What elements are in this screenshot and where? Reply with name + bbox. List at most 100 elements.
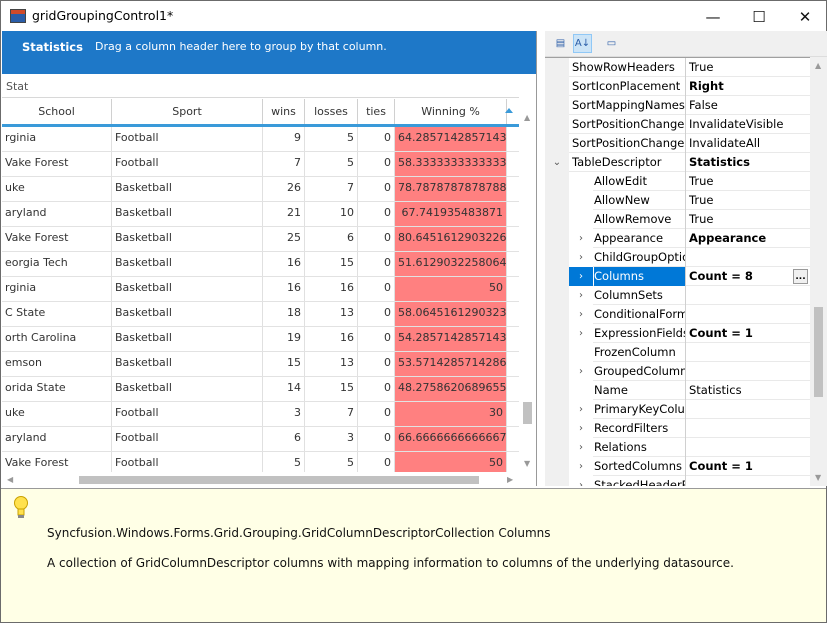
cell-losses[interactable]: 10 [305,202,358,226]
expand-chevron-icon[interactable]: › [569,438,593,457]
cell-ties[interactable]: 0 [358,427,395,451]
table-row[interactable]: orida State Basketball 14 15 0 48.27586206896… [2,377,519,402]
cell-wins[interactable]: 21 [263,202,305,226]
property-name[interactable]: StackedHeaderRc [594,476,686,486]
property-name[interactable]: Appearance [594,229,686,248]
property-name[interactable]: FrozenColumn [594,343,686,362]
grid-horizontal-scrollbar[interactable]: ◀ ▶ [2,472,519,486]
cell-losses[interactable]: 5 [305,452,358,472]
cell-losses[interactable]: 7 [305,177,358,201]
property-name[interactable]: SortPositionChanged [572,115,686,134]
property-value[interactable]: Right [686,77,810,96]
expand-chevron-icon[interactable]: › [569,419,593,438]
cell-losses[interactable]: 15 [305,377,358,401]
cell-ties[interactable]: 0 [358,402,395,426]
cell-pct[interactable]: 66.6666666666667 [395,427,507,451]
cell-school[interactable]: Vake Forest [2,152,112,176]
table-row[interactable]: aryland Basketball 21 10 0 67.741935483871 [2,202,519,227]
property-name[interactable]: TableDescriptor [572,153,686,172]
column-header-winning[interactable]: Winning % [395,99,507,124]
cell-pct[interactable]: 50 [395,452,507,472]
table-row[interactable]: Vake Forest Football 5 5 0 50 [2,452,519,472]
pg-scroll-up-icon[interactable]: ▲ [815,61,821,70]
table-row[interactable]: rginia Basketball 16 16 0 50 [2,277,519,302]
expand-chevron-icon[interactable]: › [569,286,593,305]
cell-losses[interactable]: 5 [305,127,358,151]
table-row[interactable]: uke Football 3 7 0 30 [2,402,519,427]
cell-school[interactable]: emson [2,352,112,376]
property-value[interactable]: Count = 8... [686,267,810,286]
expand-chevron-icon[interactable]: › [569,324,593,343]
cell-ties[interactable]: 0 [358,277,395,301]
cell-pct[interactable]: 48.2758620689655 [395,377,507,401]
property-name[interactable]: SortPositionChanged [572,134,686,153]
cell-losses[interactable]: 13 [305,352,358,376]
property-value[interactable]: False [686,96,810,115]
property-value[interactable]: True [686,210,810,229]
cell-sport[interactable]: Basketball [112,377,263,401]
table-row[interactable]: emson Basketball 15 13 0 53.5714285714286 [2,352,519,377]
property-value[interactable]: True [686,58,810,77]
table-row[interactable]: rginia Football 9 5 0 64.2857142857143 [2,127,519,152]
maximize-button[interactable]: ☐ [736,1,782,32]
property-name[interactable]: AllowRemove [594,210,686,229]
scroll-up-icon[interactable]: ▲ [524,113,530,122]
property-grid-scrollbar[interactable]: ▲ ▼ [810,57,827,486]
cell-sport[interactable]: Basketball [112,302,263,326]
property-row[interactable]: AllowNew True [545,191,810,210]
property-value[interactable] [686,286,810,305]
table-row[interactable]: Vake Forest Basketball 25 6 0 80.645161290322… [2,227,519,252]
property-name[interactable]: ExpressionFields [594,324,686,343]
property-row[interactable]: SortIconPlacement Right [545,77,810,96]
cell-sport[interactable]: Basketball [112,327,263,351]
cell-pct[interactable]: 54.2857142857143 [395,327,507,351]
property-row[interactable]: SortPositionChanged InvalidateAll [545,134,810,153]
cell-losses[interactable]: 16 [305,327,358,351]
cell-ties[interactable]: 0 [358,127,395,151]
property-row[interactable]: SortMappingNames False [545,96,810,115]
expand-chevron-icon[interactable]: › [569,362,593,381]
grid-vertical-scroll-thumb[interactable] [523,402,532,424]
cell-school[interactable]: aryland [2,427,112,451]
categorized-icon[interactable]: ▤ [551,34,570,53]
property-value[interactable] [686,476,810,486]
property-row[interactable]: › GroupedColumn [545,362,810,381]
property-value[interactable]: Appearance [686,229,810,248]
property-name[interactable]: SortedColumns [594,457,686,476]
property-name[interactable]: AllowNew [594,191,686,210]
expand-chevron-icon[interactable]: › [569,400,593,419]
property-value[interactable]: Statistics [686,153,810,172]
cell-ties[interactable]: 0 [358,452,395,472]
cell-ties[interactable]: 0 [358,377,395,401]
cell-wins[interactable]: 5 [263,452,305,472]
property-value[interactable]: Count = 1 [686,324,810,343]
property-row[interactable]: › Appearance Appearance [545,229,810,248]
column-header-ties[interactable]: ties [358,99,395,124]
cell-pct[interactable]: 30 [395,402,507,426]
property-name[interactable]: AllowEdit [594,172,686,191]
cell-wins[interactable]: 14 [263,377,305,401]
cell-sport[interactable]: Football [112,427,263,451]
cell-sport[interactable]: Football [112,402,263,426]
property-value[interactable] [686,343,810,362]
close-button[interactable]: ✕ [782,1,827,32]
property-name[interactable]: SortMappingNames [572,96,686,115]
grid-vertical-scrollbar[interactable]: ▲ ▼ [519,99,536,472]
property-row[interactable]: › Columns Count = 8... [545,267,810,286]
cell-ties[interactable]: 0 [358,202,395,226]
scroll-down-icon[interactable]: ▼ [524,459,530,468]
cell-ties[interactable]: 0 [358,177,395,201]
cell-ties[interactable]: 0 [358,227,395,251]
cell-pct[interactable]: 51.6129032258064 [395,252,507,276]
table-row[interactable]: C State Basketball 18 13 0 58.0645161290323 [2,302,519,327]
property-name[interactable]: ChildGroupOptio [594,248,686,267]
cell-losses[interactable]: 15 [305,252,358,276]
property-value[interactable] [686,419,810,438]
cell-sport[interactable]: Basketball [112,202,263,226]
cell-ties[interactable]: 0 [358,252,395,276]
cell-losses[interactable]: 6 [305,227,358,251]
property-row[interactable]: › ExpressionFields Count = 1 [545,324,810,343]
property-row[interactable]: › Relations [545,438,810,457]
expand-chevron-icon[interactable]: › [569,457,593,476]
property-grid-scroll-thumb[interactable] [814,307,823,397]
